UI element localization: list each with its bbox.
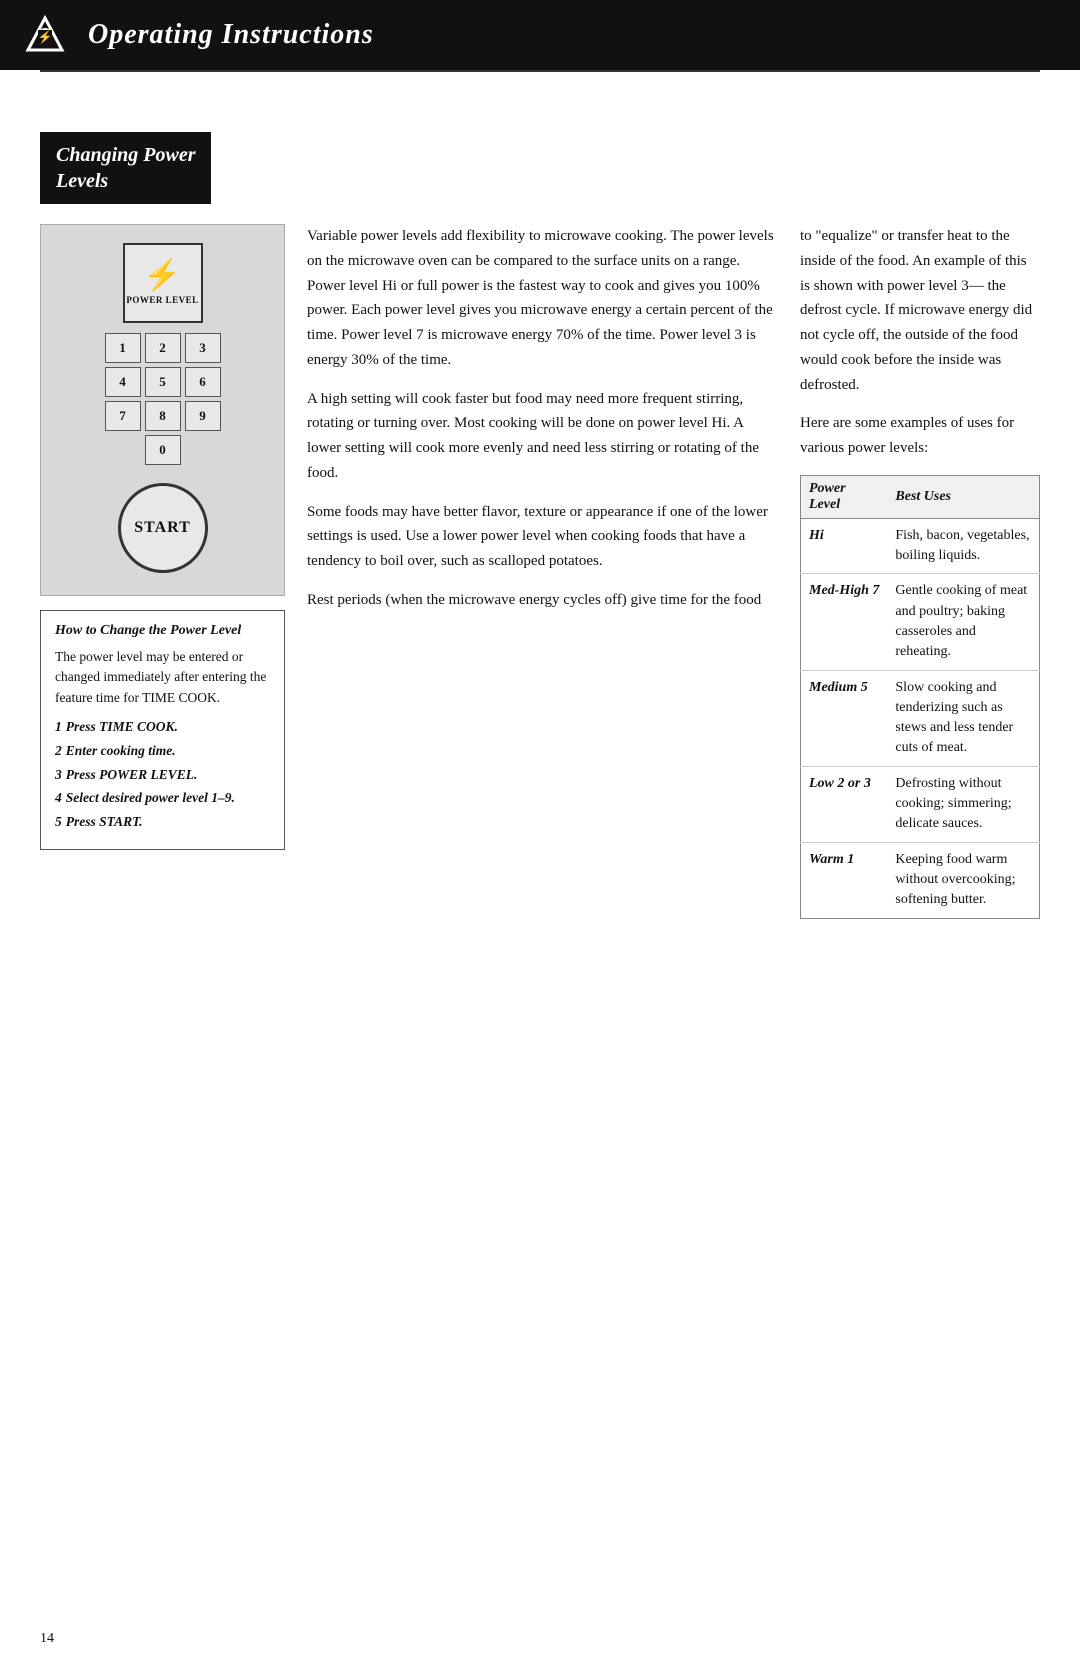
- key-4[interactable]: 4: [105, 367, 141, 397]
- key-2[interactable]: 2: [145, 333, 181, 363]
- page-title: Operating Instructions: [88, 19, 374, 51]
- table-row: HiFish, bacon, vegetables, boiling liqui…: [801, 518, 1040, 574]
- best-uses-cell: Fish, bacon, vegetables, boiling liquids…: [887, 518, 1039, 574]
- section-title: Changing Power Levels: [56, 142, 195, 194]
- mid-para-3: Some foods may have better flavor, textu…: [307, 500, 778, 574]
- best-uses-cell: Defrosting without cooking; simmering; d…: [887, 766, 1039, 842]
- power-level-label: POWER LEVEL: [126, 295, 198, 305]
- step-1: 1Press TIME COOK.: [55, 718, 270, 737]
- bolt-icon: ⚡: [144, 261, 181, 291]
- key-1[interactable]: 1: [105, 333, 141, 363]
- power-level-cell: Medium 5: [801, 670, 888, 766]
- table-col2-header: Best Uses: [887, 475, 1039, 518]
- power-level-cell: Low 2 or 3: [801, 766, 888, 842]
- steps-list: 1Press TIME COOK. 2Enter cooking time. 3…: [55, 718, 270, 832]
- mid-para-4: Rest periods (when the microwave energy …: [307, 588, 778, 613]
- right-para-2: Here are some examples of uses for vario…: [800, 411, 1040, 461]
- step-2: 2Enter cooking time.: [55, 742, 270, 761]
- mid-para-2: A high setting will cook faster but food…: [307, 387, 778, 486]
- key-7[interactable]: 7: [105, 401, 141, 431]
- best-uses-cell: Gentle cooking of meat and poultry; baki…: [887, 574, 1039, 670]
- keypad-panel: ⚡ POWER LEVEL 1 2 3 4 5 6 7 8 9 0: [40, 224, 285, 596]
- left-column: ⚡ POWER LEVEL 1 2 3 4 5 6 7 8 9 0: [40, 224, 285, 919]
- table-row: Medium 5Slow cooking and tenderizing suc…: [801, 670, 1040, 766]
- right-column: to "equalize" or transfer heat to the in…: [800, 224, 1040, 919]
- instructions-box: How to Change the Power Level The power …: [40, 610, 285, 850]
- power-level-cell: Warm 1: [801, 842, 888, 918]
- main-layout: ⚡ POWER LEVEL 1 2 3 4 5 6 7 8 9 0: [40, 224, 1040, 919]
- key-6[interactable]: 6: [185, 367, 221, 397]
- best-uses-cell: Keeping food warm without overcooking; s…: [887, 842, 1039, 918]
- middle-column: Variable power levels add flexibility to…: [307, 224, 778, 919]
- key-5[interactable]: 5: [145, 367, 181, 397]
- table-row: Low 2 or 3Defrosting without cooking; si…: [801, 766, 1040, 842]
- page-number: 14: [40, 1631, 54, 1647]
- power-level-cell: Med-High 7: [801, 574, 888, 670]
- key-9[interactable]: 9: [185, 401, 221, 431]
- table-col1-header: Power Level: [801, 475, 888, 518]
- key-0[interactable]: 0: [145, 435, 181, 465]
- page-header: ⚡ Operating Instructions: [0, 0, 1080, 70]
- step-5: 5Press START.: [55, 813, 270, 832]
- page-content: Changing Power Levels ⚡ POWER LEVEL 1 2 …: [0, 72, 1080, 959]
- section-heading: Changing Power Levels: [40, 132, 211, 204]
- table-row: Med-High 7Gentle cooking of meat and pou…: [801, 574, 1040, 670]
- numpad: 1 2 3 4 5 6 7 8 9 0: [105, 333, 221, 465]
- step-3: 3Press POWER LEVEL.: [55, 766, 270, 785]
- brand-logo: ⚡: [18, 10, 72, 60]
- best-uses-cell: Slow cooking and tenderizing such as ste…: [887, 670, 1039, 766]
- instructions-box-title: How to Change the Power Level: [55, 623, 270, 639]
- table-row: Warm 1Keeping food warm without overcook…: [801, 842, 1040, 918]
- step-4: 4Select desired power level 1–9.: [55, 789, 270, 808]
- power-level-table: Power Level Best Uses HiFish, bacon, veg…: [800, 475, 1040, 919]
- mid-para-1: Variable power levels add flexibility to…: [307, 224, 778, 373]
- power-level-button[interactable]: ⚡ POWER LEVEL: [123, 243, 203, 323]
- start-label: START: [134, 519, 191, 537]
- instructions-intro: The power level may be entered or change…: [55, 647, 270, 708]
- right-para-1: to "equalize" or transfer heat to the in…: [800, 224, 1040, 397]
- svg-text:⚡: ⚡: [38, 30, 53, 44]
- power-level-cell: Hi: [801, 518, 888, 574]
- key-8[interactable]: 8: [145, 401, 181, 431]
- start-button[interactable]: START: [118, 483, 208, 573]
- key-3[interactable]: 3: [185, 333, 221, 363]
